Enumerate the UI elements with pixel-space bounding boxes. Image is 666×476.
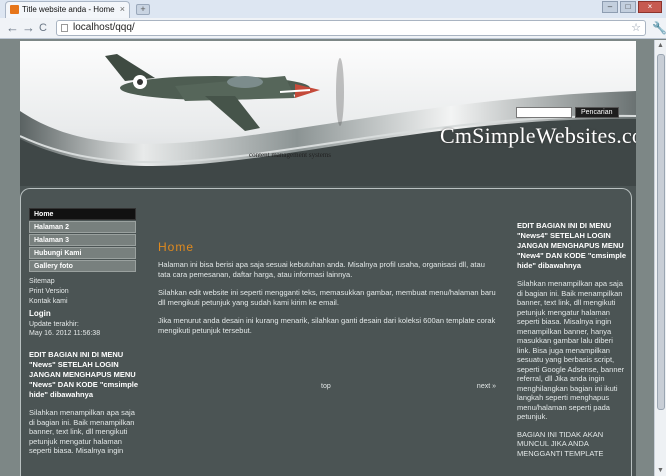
left-news-text: Silahkan menampilkan apa saja di bagian … [29, 408, 135, 455]
left-news-block: EDIT BAGIAN INI DI MENU "News" SETELAH L… [29, 350, 139, 456]
right-news-heading: EDIT BAGIAN INI DI MENU "News4" SETELAH … [517, 221, 627, 270]
right-news-block: EDIT BAGIAN INI DI MENU "News4" SETELAH … [517, 221, 627, 458]
search-button[interactable]: Pencarian [575, 107, 619, 118]
main-paragraph-2: Silahkan edit website ini seperti mengga… [158, 288, 496, 307]
menu-item-halaman-3[interactable]: Halaman 3 [29, 234, 136, 246]
spitfire-plane-image [105, 54, 344, 131]
right-news-text-2: BAGIAN INI TIDAK AKAN MUNCUL JIKA ANDA M… [517, 429, 604, 458]
back-icon[interactable]: ← [6, 21, 19, 35]
scroll-down-icon[interactable]: ▼ [657, 467, 664, 474]
menu-item-gallery-foto[interactable]: Gallery foto [29, 260, 136, 272]
search-form: Pencarian [516, 107, 619, 118]
page-icon [61, 24, 68, 32]
main-menu: Home Halaman 2 Halaman 3 Hubungi Kami Ga… [29, 208, 136, 273]
browser-toolbar: ← → C localhost/qqq/ ☆ 🔧 [0, 18, 666, 39]
menu-item-home[interactable]: Home [29, 208, 136, 220]
last-update-label: Update terakhir: [29, 321, 79, 328]
sub-links: Sitemap Print Version Kontak kami [29, 277, 69, 307]
wrench-menu-icon[interactable]: 🔧 [652, 21, 666, 35]
login-link[interactable]: Login [29, 309, 51, 318]
scroll-up-icon[interactable]: ▲ [657, 42, 664, 49]
main-content: Home Halaman ini bisa berisi apa saja se… [158, 240, 498, 344]
address-bar[interactable]: localhost/qqq/ ☆ [56, 20, 646, 36]
search-input[interactable] [516, 107, 572, 118]
menu-item-hubungi-kami[interactable]: Hubungi Kami [29, 247, 136, 259]
window-controls: ‒ □ × [602, 1, 662, 13]
kontak-kami-link[interactable]: Kontak kami [29, 297, 69, 307]
maximize-button[interactable]: □ [620, 1, 636, 13]
reload-icon[interactable]: C [39, 21, 47, 35]
last-update: Update terakhir: May 16. 2012 11:56:38 [29, 320, 139, 338]
browser-titlebar: Title website anda - Home × + ‒ □ × [0, 0, 666, 18]
print-version-link[interactable]: Print Version [29, 287, 69, 297]
page-title: Home [158, 240, 195, 254]
top-link[interactable]: top [321, 383, 331, 390]
tab-title: Title website anda - Home [22, 5, 115, 14]
forward-icon[interactable]: → [22, 21, 35, 35]
site-title: CmSimpleWebsites.com [440, 123, 636, 148]
main-paragraph-1: Halaman ini bisa berisi apa saja sesuai … [158, 260, 485, 279]
minimize-button[interactable]: ‒ [602, 1, 618, 13]
vertical-scrollbar[interactable]: ▲ ▼ [654, 40, 666, 476]
scrollbar-thumb[interactable] [657, 54, 665, 410]
left-news-heading: EDIT BAGIAN INI DI MENU "News" SETELAH L… [29, 350, 139, 399]
address-url: localhost/qqq/ [73, 22, 135, 33]
next-link[interactable]: next » [477, 383, 496, 390]
tab-close-icon[interactable]: × [120, 2, 125, 17]
site-slogan: content management systems [249, 151, 332, 159]
right-news-text: Silahkan menampilkan apa saja di bagian … [517, 279, 625, 421]
new-tab-button[interactable]: + [136, 4, 150, 15]
close-window-button[interactable]: × [638, 1, 662, 13]
last-update-value: May 16. 2012 11:56:38 [29, 330, 101, 337]
menu-item-halaman-2[interactable]: Halaman 2 [29, 221, 136, 233]
browser-tab[interactable]: Title website anda - Home × [5, 1, 130, 18]
sitemap-link[interactable]: Sitemap [29, 277, 69, 287]
favicon-icon [10, 5, 19, 14]
main-paragraph-3: Jika menurut anda desain ini kurang mena… [158, 316, 496, 335]
bookmark-star-icon[interactable]: ☆ [631, 21, 641, 35]
site-header: Pencarian CmSimpleWebsites.com content m… [20, 41, 636, 186]
